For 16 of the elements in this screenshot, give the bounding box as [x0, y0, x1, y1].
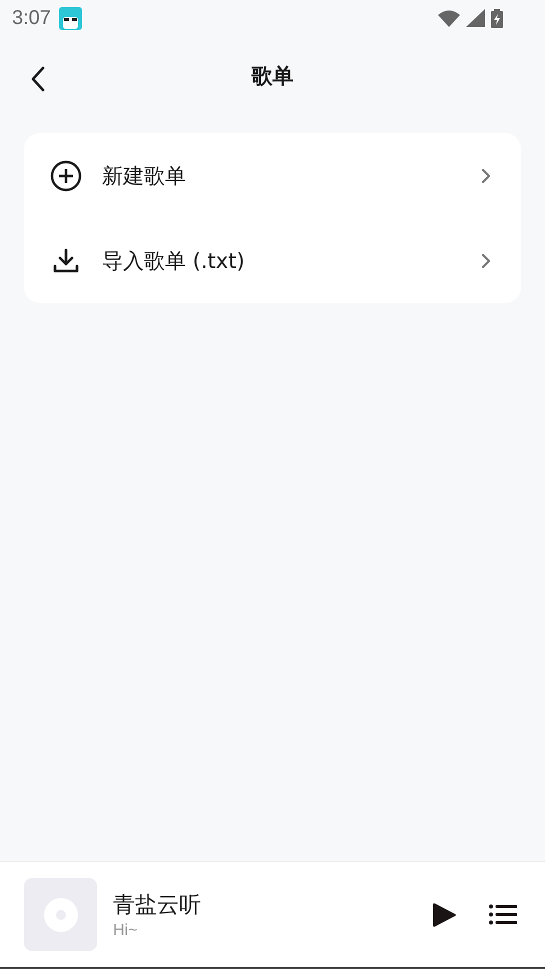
playlist-icon[interactable]: [489, 904, 517, 925]
app-notification-icon: [58, 6, 82, 30]
signal-icon: [466, 9, 485, 27]
wifi-icon: [438, 10, 460, 26]
battery-icon: [491, 8, 503, 28]
chevron-icon: [481, 168, 491, 184]
song-subtitle: Hi~: [113, 922, 138, 940]
chevron-icon: [481, 252, 491, 268]
menu-item[interactable]: 导入歌单 (.txt): [24, 218, 521, 303]
page-title: 歌单: [252, 63, 294, 90]
mini-player[interactable]: 青盐云听 Hi~: [0, 861, 545, 967]
play-icon[interactable]: [430, 902, 457, 928]
status-time: 3:07: [12, 6, 51, 30]
song-title: 青盐云听: [113, 892, 202, 920]
menu-item[interactable]: 新建歌单: [24, 133, 521, 218]
add-icon: [50, 160, 82, 192]
